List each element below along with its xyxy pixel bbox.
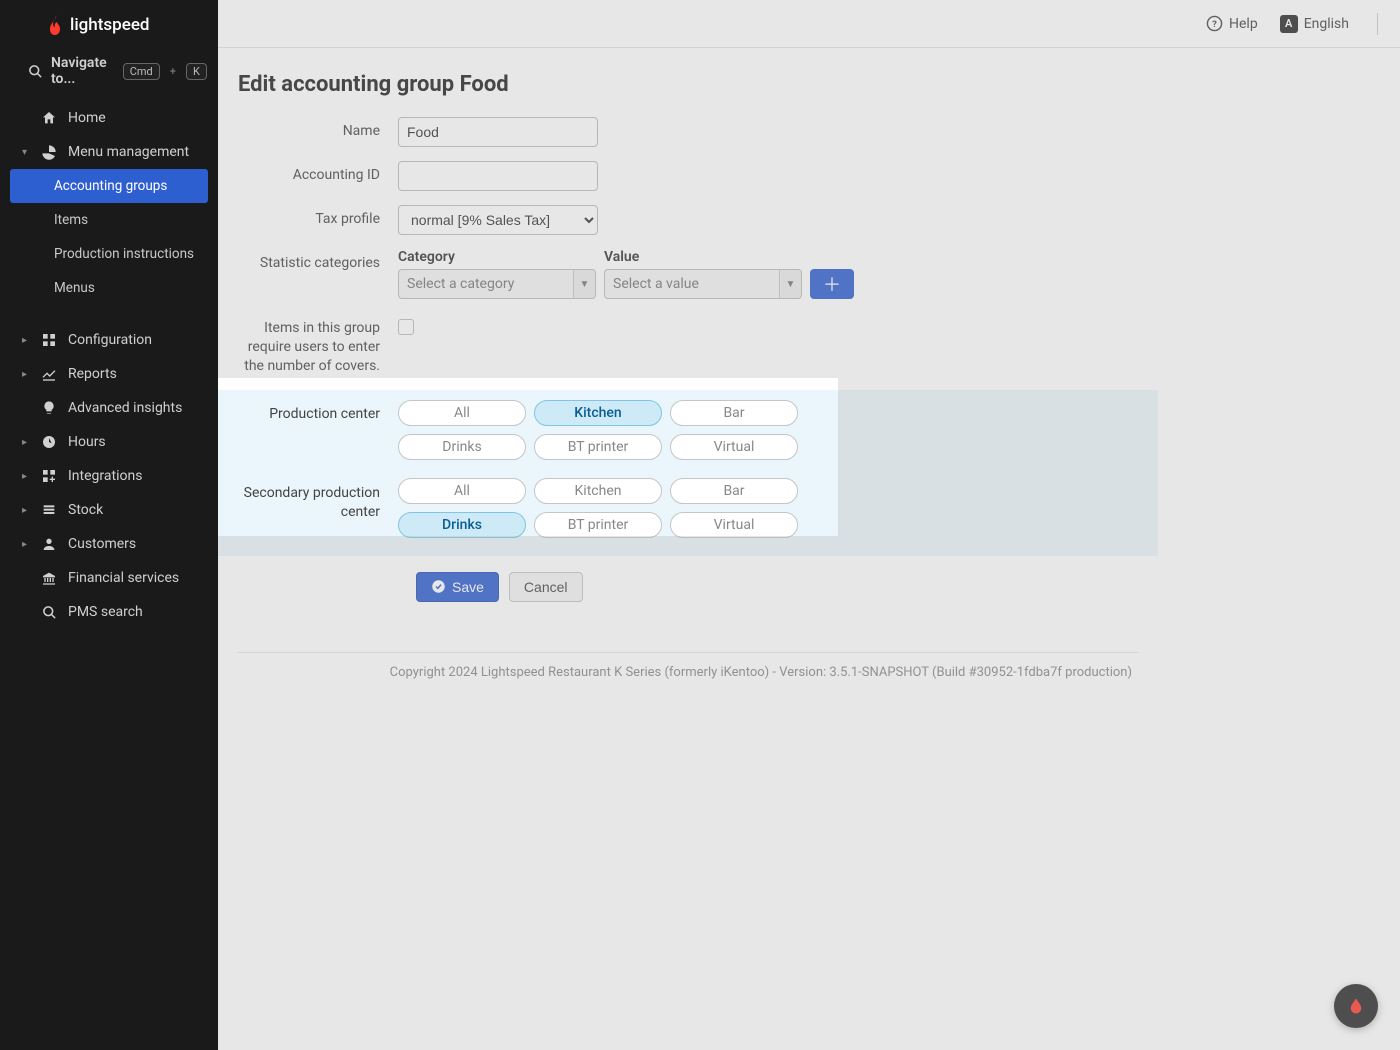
sidebar-label: Home	[68, 110, 106, 126]
pill-drinks[interactable]: Drinks	[398, 434, 526, 460]
user-icon	[40, 536, 58, 552]
sidebar-item-customers[interactable]: Customers	[0, 527, 218, 561]
sidebar-item-menu-management[interactable]: Menu management	[0, 135, 218, 169]
check-circle-icon	[431, 579, 446, 594]
sidebar-sub-accounting-groups[interactable]: Accounting groups	[10, 169, 208, 203]
stack-icon	[40, 502, 58, 518]
drop-icon	[1347, 997, 1365, 1015]
sidebar-item-home[interactable]: Home	[0, 101, 218, 135]
svg-text:?: ?	[1212, 19, 1217, 30]
pill-bt-printer[interactable]: BT printer	[534, 512, 662, 538]
page: Edit accounting group Food Name Accounti…	[218, 48, 1400, 680]
bulb-icon	[40, 400, 58, 416]
pill-all[interactable]: All	[398, 478, 526, 504]
sidebar-item-stock[interactable]: Stock	[0, 493, 218, 527]
chevron-down-icon: ▼	[779, 270, 801, 298]
language-switch[interactable]: A English	[1280, 15, 1349, 33]
page-title: Edit accounting group Food	[238, 72, 1380, 97]
sidebar-sub-items[interactable]: Items	[0, 203, 218, 237]
sidebar-item-configuration[interactable]: Configuration	[0, 323, 218, 357]
stat-category-select[interactable]: Select a category ▼	[398, 269, 596, 299]
label-stat-categories: Statistic categories	[238, 249, 398, 271]
nav-search[interactable]: Navigate to... Cmd + K	[0, 45, 218, 101]
bank-icon	[40, 570, 58, 586]
kbd-plus: +	[170, 65, 176, 78]
pill-bar[interactable]: Bar	[670, 478, 798, 504]
label-secondary-prod-center: Secondary production center	[238, 478, 398, 522]
stat-head-value: Value	[604, 249, 802, 265]
language-icon: A	[1280, 15, 1298, 33]
highlight-band: Production center All Kitchen Bar Drinks BT …	[218, 390, 1158, 556]
sidebar: lightspeed Navigate to... Cmd + K Home	[0, 0, 218, 1050]
grid-icon	[40, 332, 58, 348]
sidebar-item-reports[interactable]: Reports	[0, 357, 218, 391]
sidebar-item-advanced-insights[interactable]: Advanced insights	[0, 391, 218, 425]
flame-icon	[48, 15, 64, 35]
clock-icon	[40, 434, 58, 450]
name-input[interactable]	[398, 117, 598, 147]
brand-logo: lightspeed	[0, 0, 218, 45]
pill-bt-printer[interactable]: BT printer	[534, 434, 662, 460]
sidebar-sub-production-instructions[interactable]: Production instructions	[0, 237, 218, 271]
accounting-id-input[interactable]	[398, 161, 598, 191]
kbd-k: K	[186, 63, 207, 80]
apps-icon	[40, 468, 58, 484]
sidebar-item-hours[interactable]: Hours	[0, 425, 218, 459]
save-button[interactable]: Save	[416, 572, 499, 602]
nav-search-label: Navigate to...	[51, 55, 107, 87]
topbar: ? Help A English	[218, 0, 1400, 48]
sidebar-item-integrations[interactable]: Integrations	[0, 459, 218, 493]
topbar-divider	[1377, 13, 1378, 35]
chevron-down-icon: ▼	[573, 270, 595, 298]
help-link[interactable]: ? Help	[1206, 15, 1258, 32]
label-accounting-id: Accounting ID	[238, 161, 398, 183]
label-name: Name	[238, 117, 398, 139]
label-covers: Items in this group require users to ent…	[238, 313, 398, 376]
support-fab[interactable]	[1334, 984, 1378, 1028]
footer-divider	[238, 652, 1138, 653]
pill-all[interactable]: All	[398, 400, 526, 426]
main: ? Help A English Edit accounting group F…	[218, 0, 1400, 1050]
search-icon	[28, 64, 43, 79]
sidebar-sub-menus[interactable]: Menus	[0, 271, 218, 305]
sidebar-item-pms-search[interactable]: PMS search	[0, 595, 218, 629]
nav-list: Home Menu management Accounting groups I…	[0, 101, 218, 629]
pill-kitchen[interactable]: Kitchen	[534, 478, 662, 504]
brand-name: lightspeed	[70, 15, 150, 35]
secondary-prod-center-options: All Kitchen Bar Drinks BT printer Virtual	[398, 478, 1138, 538]
pill-drinks[interactable]: Drinks	[398, 512, 526, 538]
plus-icon: ＋	[823, 271, 841, 297]
stat-head-category: Category	[398, 249, 596, 265]
footer-copyright: Copyright 2024 Lightspeed Restaurant K S…	[238, 665, 1138, 680]
pill-bar[interactable]: Bar	[670, 400, 798, 426]
label-tax-profile: Tax profile	[238, 205, 398, 227]
stat-value-select[interactable]: Select a value ▼	[604, 269, 802, 299]
pill-virtual[interactable]: Virtual	[670, 434, 798, 460]
label-prod-center: Production center	[238, 400, 398, 422]
pill-kitchen[interactable]: Kitchen	[534, 400, 662, 426]
form: Name Accounting ID Tax profile norma	[238, 117, 1138, 680]
search-icon	[40, 605, 58, 620]
add-stat-button[interactable]: ＋	[810, 269, 854, 299]
pie-icon	[40, 144, 58, 160]
sidebar-item-financial-services[interactable]: Financial services	[0, 561, 218, 595]
pill-virtual[interactable]: Virtual	[670, 512, 798, 538]
prod-center-options: All Kitchen Bar Drinks BT printer Virtual	[398, 400, 1138, 460]
home-icon	[40, 110, 58, 126]
help-icon: ?	[1206, 15, 1223, 32]
cancel-button[interactable]: Cancel	[509, 572, 583, 602]
sidebar-label: Menu management	[68, 144, 189, 160]
chart-icon	[40, 366, 58, 382]
covers-checkbox[interactable]	[398, 319, 414, 335]
kbd-cmd: Cmd	[123, 63, 160, 80]
tax-profile-select[interactable]: normal [9% Sales Tax]	[398, 205, 598, 235]
